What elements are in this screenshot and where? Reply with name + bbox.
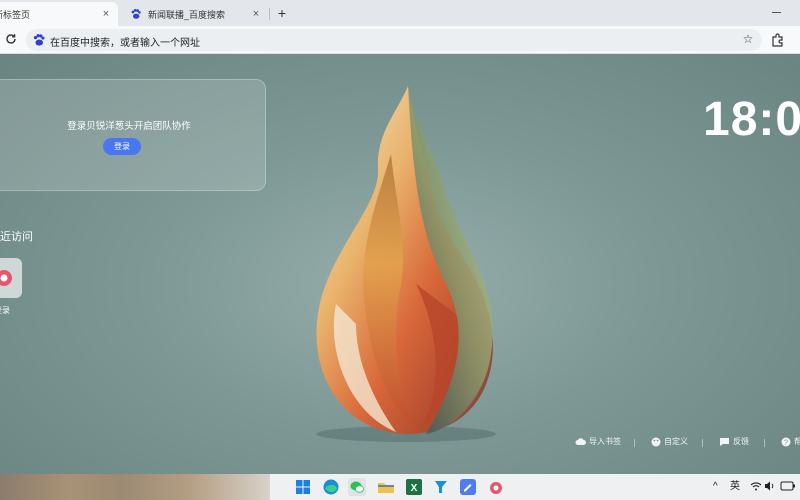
import-bookmarks-link[interactable]: 导入书签 (575, 436, 621, 447)
palette-icon (651, 437, 661, 446)
notes-icon[interactable] (459, 478, 477, 496)
bookmark-star-icon[interactable]: ☆ (740, 31, 756, 47)
tab-strip: 新标签页 × 新闻联播_百度搜索 × + (0, 0, 800, 26)
tab-news-search[interactable]: 新闻联播_百度搜索 × (124, 2, 268, 26)
tray-chevron-icon[interactable]: ^ (713, 479, 718, 495)
address-placeholder: 在百度中搜索，或者输入一个网址 (50, 38, 200, 49)
tab-newtab[interactable]: 新标签页 × (0, 2, 118, 26)
wechat-icon[interactable] (348, 478, 366, 496)
app-icon[interactable] (432, 478, 450, 496)
browser-toolbar: 在百度中搜索，或者输入一个网址 ☆ (0, 26, 800, 54)
svg-text:X: X (411, 483, 418, 494)
baidu-paw-icon (33, 34, 45, 46)
import-bookmarks-label: 导入书签 (589, 437, 621, 446)
newtab-page: 登录贝锐洋葱头开启团队协作 登录 近访问 登录 18:00 (0, 54, 800, 474)
customize-label: 自定义 (664, 437, 688, 446)
login-button[interactable]: 登录 (103, 138, 141, 155)
customize-link[interactable]: 自定义 (651, 436, 688, 447)
close-icon[interactable]: × (100, 8, 112, 20)
ime-indicator[interactable]: 英 (730, 479, 740, 495)
clock: 18:00 (703, 93, 800, 146)
extensions-icon[interactable] (770, 32, 786, 48)
cloud-upload-icon (575, 438, 586, 445)
recent-item-label: 登录 (0, 306, 10, 315)
bottom-links: 导入书签 自定义 反馈 ? 帮 (0, 432, 800, 452)
feedback-icon (720, 437, 729, 446)
recent-visits-title: 近访问 (0, 231, 33, 243)
address-bar[interactable]: 在百度中搜索，或者输入一个网址 ☆ (26, 29, 762, 51)
start-icon[interactable] (294, 478, 312, 496)
tab-separator (269, 8, 270, 20)
folder-icon[interactable] (377, 478, 395, 496)
wifi-icon[interactable] (750, 480, 762, 492)
onion-logo-icon (0, 270, 12, 286)
new-tab-button[interactable]: + (274, 5, 290, 21)
reload-icon[interactable] (4, 32, 18, 46)
flame-wallpaper-image (316, 86, 496, 442)
close-icon[interactable]: × (250, 8, 262, 20)
login-card: 登录贝锐洋葱头开启团队协作 登录 (0, 79, 266, 191)
tab-title: 新标签页 (0, 9, 31, 20)
help-label: 帮 (794, 437, 800, 446)
browser-icon[interactable] (487, 478, 505, 496)
help-link[interactable]: ? 帮 (781, 436, 800, 447)
feedback-label: 反馈 (733, 437, 749, 446)
desktop-wallpaper-strip (0, 474, 270, 500)
minimize-icon[interactable] (770, 5, 784, 19)
help-icon: ? (781, 437, 791, 446)
link-separator (634, 439, 635, 447)
svg-text:?: ? (784, 439, 788, 446)
recent-item-tile[interactable] (0, 258, 22, 298)
feedback-link[interactable]: 反馈 (719, 436, 749, 447)
battery-icon[interactable] (780, 480, 796, 492)
volume-icon[interactable] (764, 480, 776, 492)
baidu-paw-icon (131, 9, 141, 19)
excel-icon[interactable]: X (405, 478, 423, 496)
taskbar: X ^ 英 (0, 474, 800, 500)
edge-icon[interactable] (322, 478, 340, 496)
link-separator (764, 439, 765, 447)
login-prompt: 登录贝锐洋葱头开启团队协作 (67, 121, 191, 132)
tab-title: 新闻联播_百度搜索 (148, 9, 226, 20)
link-separator (702, 439, 703, 447)
